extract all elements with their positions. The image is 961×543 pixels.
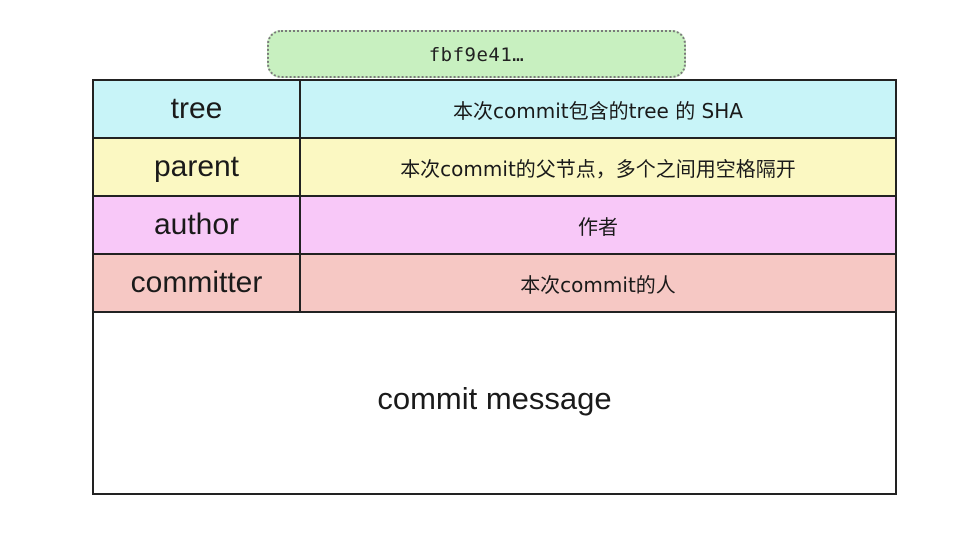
- commit-object-table: tree 本次commit包含的tree 的 SHA parent 本次comm…: [92, 79, 897, 495]
- row-tree-key: tree: [94, 81, 301, 137]
- row-committer-key: committer: [94, 255, 301, 311]
- row-parent-value: 本次commit的父节点，多个之间用空格隔开: [400, 156, 796, 181]
- row-committer-value: 本次commit的人: [520, 272, 676, 297]
- row-committer: committer 本次commit的人: [94, 255, 895, 313]
- commit-message-area: commit message: [94, 313, 895, 491]
- row-parent-key: parent: [94, 139, 301, 195]
- row-tree: tree 本次commit包含的tree 的 SHA: [94, 81, 895, 139]
- row-tree-value: 本次commit包含的tree 的 SHA: [453, 98, 743, 123]
- commit-hash-text: fbf9e41…: [428, 44, 525, 66]
- commit-hash-badge: fbf9e41…: [267, 30, 686, 78]
- row-parent: parent 本次commit的父节点，多个之间用空格隔开: [94, 139, 895, 197]
- row-author: author 作者: [94, 197, 895, 255]
- row-author-value: 作者: [578, 214, 618, 239]
- commit-message-label: commit message: [377, 381, 612, 416]
- row-author-key: author: [94, 197, 301, 253]
